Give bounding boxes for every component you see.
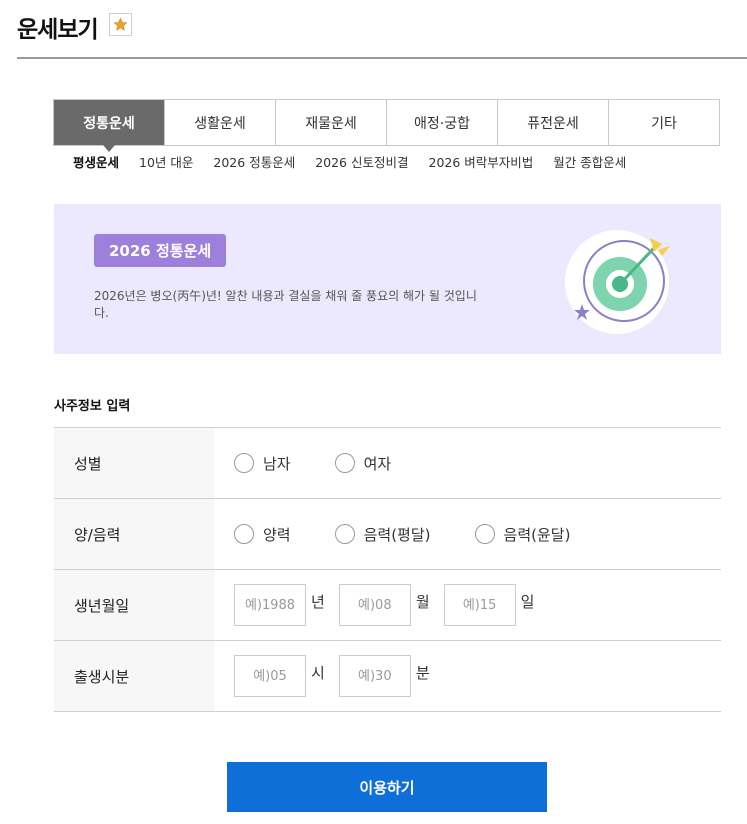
- calendar-label: 양/음력: [54, 499, 214, 569]
- gender-female-radio[interactable]: 여자: [334, 453, 392, 474]
- gender-row: 성별 남자 여자: [54, 428, 721, 499]
- target-icon: [565, 230, 670, 334]
- saju-form: 성별 남자 여자 양/음력 양력 음력(평달) 음력(윤달) 생년월일 예)19…: [54, 427, 721, 712]
- radio-label: 음력(평달): [363, 525, 431, 544]
- minute-unit: 분: [415, 663, 430, 682]
- calendar-row: 양/음력 양력 음력(평달) 음력(윤달): [54, 499, 721, 570]
- main-tabs: 정통운세 생활운세 재물운세 애정·궁합 퓨전운세 기타: [53, 99, 720, 146]
- tab-life[interactable]: 생활운세: [164, 100, 275, 145]
- banner: 2026 정통운세 2026년은 병오(丙午)년! 알찬 내용과 결실을 채워 …: [54, 204, 721, 354]
- sub-tabs: 평생운세 10년 대운 2026 정통운세 2026 신토정비결 2026 벼락…: [73, 152, 626, 171]
- hour-unit: 시: [311, 663, 325, 682]
- month-unit: 월: [415, 592, 430, 611]
- subtab-10year[interactable]: 10년 대운: [139, 152, 193, 171]
- birth-month-input[interactable]: [338, 584, 411, 626]
- birth-minute-input[interactable]: [338, 655, 411, 697]
- page-title: 운세보기: [17, 17, 99, 43]
- subtab-2026-tojeong[interactable]: 2026 신토정비결: [315, 152, 408, 171]
- radio-label: 음력(윤달): [503, 525, 571, 544]
- birth-day-input[interactable]: [443, 584, 516, 626]
- radio-label: 여자: [363, 454, 392, 473]
- birth-time-row: 출생시분 시 분: [54, 641, 721, 712]
- radio-label: 남자: [263, 454, 291, 473]
- radio-circle[interactable]: [234, 453, 254, 473]
- title-divider: [17, 57, 747, 59]
- radio-circle[interactable]: [334, 524, 355, 544]
- banner-badge: 2026 정통운세: [94, 234, 227, 267]
- birth-date-row: 생년월일 년 월 일: [54, 570, 721, 641]
- birth-time-label: 출생시분: [54, 641, 214, 711]
- calendar-lunar-leap-radio[interactable]: 음력(윤달): [474, 524, 571, 545]
- favorite-button[interactable]: [109, 13, 132, 36]
- gender-label: 성별: [54, 428, 214, 498]
- tab-jeongtong[interactable]: 정통운세: [54, 100, 164, 145]
- subtab-2026-rich[interactable]: 2026 벼락부자비법: [429, 152, 534, 171]
- radio-circle[interactable]: [334, 453, 355, 473]
- birth-date-label: 생년월일: [54, 570, 214, 640]
- subtab-lifetime[interactable]: 평생운세: [73, 152, 119, 171]
- birth-year-input[interactable]: [234, 584, 306, 626]
- gender-male-radio[interactable]: 남자: [234, 453, 291, 474]
- day-unit: 일: [520, 592, 535, 611]
- calendar-solar-radio[interactable]: 양력: [234, 524, 291, 545]
- radio-circle[interactable]: [474, 524, 495, 544]
- radio-circle[interactable]: [234, 524, 254, 544]
- star-icon: [113, 17, 128, 31]
- tab-love-match[interactable]: 애정·궁합: [386, 100, 497, 145]
- birth-hour-input[interactable]: [234, 655, 306, 697]
- tab-etc[interactable]: 기타: [608, 100, 719, 145]
- tab-fusion[interactable]: 퓨전운세: [497, 100, 608, 145]
- tab-wealth[interactable]: 재물운세: [275, 100, 386, 145]
- section-title: 사주정보 입력: [54, 399, 131, 414]
- radio-label: 양력: [263, 525, 291, 544]
- subtab-monthly[interactable]: 월간 종합운세: [553, 152, 626, 171]
- submit-button[interactable]: 이용하기: [227, 762, 547, 812]
- year-unit: 년: [311, 592, 325, 611]
- calendar-lunar-regular-radio[interactable]: 음력(평달): [334, 524, 431, 545]
- subtab-2026-jeongtong[interactable]: 2026 정통운세: [213, 152, 295, 171]
- banner-description: 2026년은 병오(丙午)년! 알찬 내용과 결실을 채워 줄 풍요의 해가 될…: [94, 289, 477, 320]
